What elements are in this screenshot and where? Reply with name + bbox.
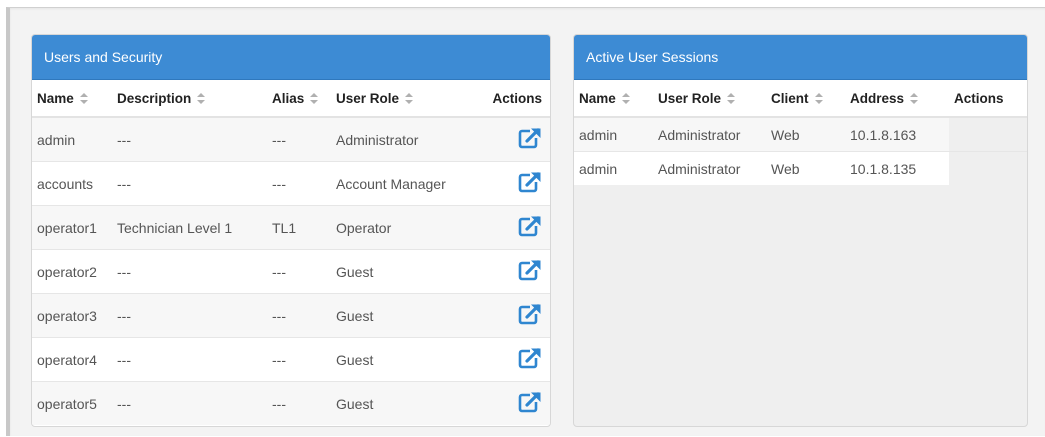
active-sessions-panel: Active User Sessions Name User Role Clie…	[573, 34, 1028, 427]
cell-name: operator4	[32, 337, 112, 382]
external-link-icon[interactable]	[518, 303, 542, 328]
cell-user-role: Guest	[331, 381, 471, 425]
table-row: admin Administrator Web 10.1.8.163	[574, 116, 1027, 152]
cell-actions	[471, 116, 550, 162]
users-security-header: Users and Security	[32, 35, 550, 80]
cell-actions	[471, 337, 550, 382]
sort-icon[interactable]	[405, 93, 414, 105]
users-table: Name Description Alias User Role Actions…	[32, 80, 550, 425]
external-link-icon[interactable]	[518, 171, 542, 196]
column-header-alias[interactable]: Alias	[267, 80, 331, 118]
column-header-actions: Actions	[949, 80, 1027, 118]
table-row: admin --- --- Administrator	[32, 116, 550, 162]
cell-actions	[471, 161, 550, 206]
cell-user-role: Administrator	[331, 116, 471, 162]
cell-name: accounts	[32, 161, 112, 206]
sort-icon[interactable]	[310, 93, 319, 105]
users-table-header-row: Name Description Alias User Role Actions	[32, 80, 550, 118]
sort-icon[interactable]	[814, 93, 823, 105]
external-link-icon[interactable]	[518, 215, 542, 240]
sort-icon[interactable]	[727, 93, 736, 105]
cell-name: operator2	[32, 249, 112, 294]
cell-client: Web	[766, 116, 845, 152]
users-security-panel: Users and Security Name Description Alia…	[31, 34, 551, 427]
column-header-address[interactable]: Address	[845, 80, 949, 118]
cell-actions	[471, 249, 550, 294]
column-header-user-role[interactable]: User Role	[331, 80, 471, 118]
external-link-icon[interactable]	[518, 259, 542, 284]
sort-icon[interactable]	[197, 93, 206, 105]
external-link-icon[interactable]	[518, 391, 542, 416]
cell-description: ---	[112, 116, 267, 162]
table-row: admin Administrator Web 10.1.8.135	[574, 151, 1027, 185]
cell-actions	[949, 151, 1027, 185]
table-row: operator2 --- --- Guest	[32, 249, 550, 294]
cell-actions	[471, 381, 550, 425]
cell-description: ---	[112, 161, 267, 206]
cell-alias: TL1	[267, 205, 331, 250]
cell-alias: ---	[267, 161, 331, 206]
cell-description: ---	[112, 381, 267, 425]
cell-actions	[949, 116, 1027, 152]
cell-address: 10.1.8.135	[845, 151, 949, 185]
external-link-icon[interactable]	[518, 127, 542, 152]
cell-alias: ---	[267, 337, 331, 382]
column-header-name[interactable]: Name	[574, 80, 653, 118]
cell-actions	[471, 293, 550, 338]
cell-actions	[471, 205, 550, 250]
cell-alias: ---	[267, 116, 331, 162]
cell-client: Web	[766, 151, 845, 185]
sessions-table-header-row: Name User Role Client Address Actions	[574, 80, 1027, 118]
cell-user-role: Guest	[331, 337, 471, 382]
cell-name: operator1	[32, 205, 112, 250]
cell-description: Technician Level 1	[112, 205, 267, 250]
table-row: operator5 --- --- Guest	[32, 381, 550, 425]
active-sessions-header: Active User Sessions	[574, 35, 1027, 80]
cell-user-role: Guest	[331, 249, 471, 294]
cell-name: admin	[574, 151, 653, 185]
sort-icon[interactable]	[79, 93, 88, 105]
cell-alias: ---	[267, 249, 331, 294]
sort-icon[interactable]	[621, 93, 630, 105]
cell-name: admin	[32, 116, 112, 162]
cell-user-role: Administrator	[653, 116, 766, 152]
table-row: operator3 --- --- Guest	[32, 293, 550, 338]
table-row: operator1 Technician Level 1 TL1 Operator	[32, 205, 550, 250]
sessions-table: Name User Role Client Address Actions ad…	[574, 80, 1027, 185]
cell-description: ---	[112, 337, 267, 382]
cell-address: 10.1.8.163	[845, 116, 949, 152]
cell-name: operator3	[32, 293, 112, 338]
cell-description: ---	[112, 293, 267, 338]
external-link-icon[interactable]	[518, 347, 542, 372]
cell-user-role: Operator	[331, 205, 471, 250]
cell-user-role: Account Manager	[331, 161, 471, 206]
cell-name: admin	[574, 116, 653, 152]
table-row: accounts --- --- Account Manager	[32, 161, 550, 206]
cell-alias: ---	[267, 293, 331, 338]
sort-icon[interactable]	[910, 93, 919, 105]
cell-alias: ---	[267, 381, 331, 425]
column-header-description[interactable]: Description	[112, 80, 267, 118]
cell-name: operator5	[32, 381, 112, 425]
table-row: operator4 --- --- Guest	[32, 337, 550, 382]
cell-description: ---	[112, 249, 267, 294]
column-header-actions: Actions	[471, 80, 550, 118]
column-header-name[interactable]: Name	[32, 80, 112, 118]
column-header-user-role[interactable]: User Role	[653, 80, 766, 118]
cell-user-role: Guest	[331, 293, 471, 338]
cell-user-role: Administrator	[653, 151, 766, 185]
column-header-client[interactable]: Client	[766, 80, 845, 118]
